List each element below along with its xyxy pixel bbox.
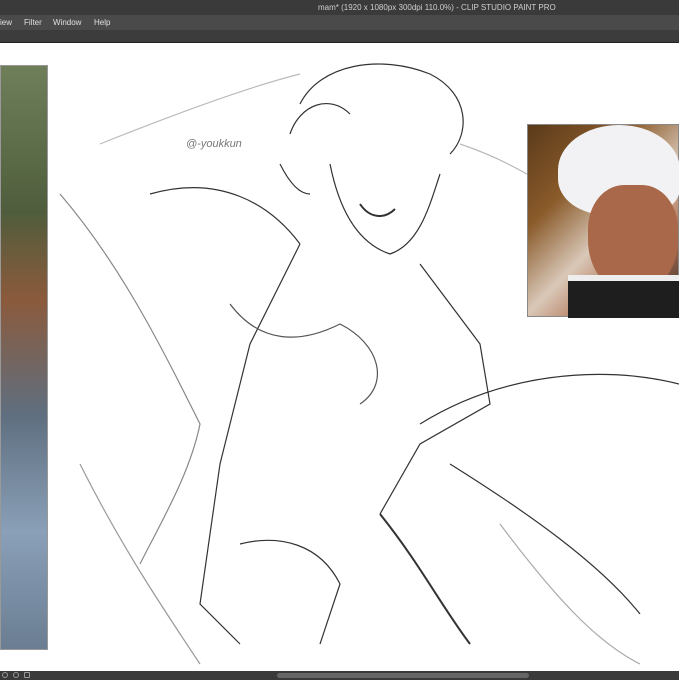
reference-photo-left: [0, 65, 48, 650]
status-bar: [0, 671, 679, 680]
reference-collar: [568, 275, 679, 318]
menu-window[interactable]: Window: [53, 15, 81, 30]
menu-filter[interactable]: Filter: [24, 15, 42, 30]
menu-bar: iew Filter Window Help: [0, 15, 679, 30]
reference-image-right: [527, 124, 679, 318]
menu-view[interactable]: iew: [0, 15, 12, 30]
window-title: mam* (1920 x 1080px 300dpi 110.0%) - CLI…: [318, 3, 556, 12]
zoom-icon[interactable]: [13, 672, 19, 678]
flip-icon[interactable]: [24, 672, 30, 678]
artist-watermark: @-youkkun: [186, 138, 242, 150]
drawing-canvas[interactable]: @-youkkun: [0, 44, 679, 671]
title-bar: mam* (1920 x 1080px 300dpi 110.0%) - CLI…: [0, 0, 679, 15]
horizontal-scrollbar[interactable]: [277, 673, 529, 678]
toolbar: [0, 30, 679, 43]
menu-help[interactable]: Help: [94, 15, 110, 30]
rotate-icon[interactable]: [2, 672, 8, 678]
